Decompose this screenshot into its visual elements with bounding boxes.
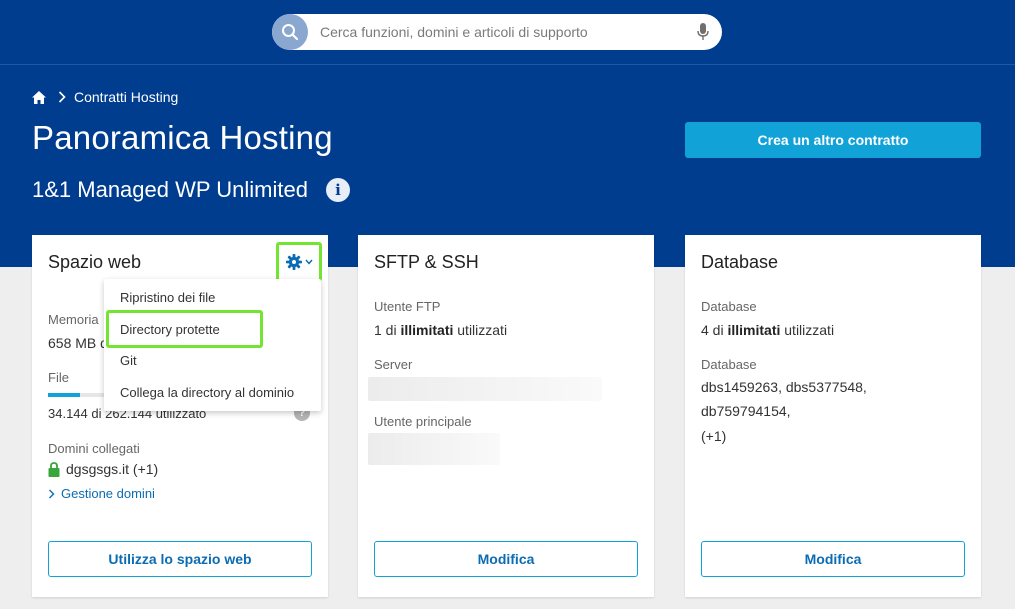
- manage-domains-link[interactable]: Gestione domini: [48, 486, 155, 501]
- page-title: Panoramica Hosting: [32, 119, 333, 156]
- domain-name[interactable]: dgsgsgs.it (+1): [66, 461, 158, 477]
- database-list-line: dbs1459263, dbs5377548,: [701, 379, 867, 395]
- contract-subtitle: 1&1 Managed WP Unlimited i: [32, 177, 350, 203]
- linked-domain: dgsgsgs.it (+1): [48, 461, 158, 477]
- db-count: 4 di: [701, 322, 724, 338]
- database-list-line: db759794154,: [701, 403, 791, 419]
- db-used-text: utilizzati: [784, 322, 835, 338]
- database-label: Database: [701, 299, 757, 314]
- chevron-right-icon: [49, 489, 55, 498]
- database-card: Database Database 4 di illimitati utiliz…: [685, 235, 981, 597]
- database-list-label: Database: [701, 357, 757, 372]
- settings-dropdown-toggle[interactable]: [276, 242, 322, 282]
- linked-domains-label: Domini collegati: [48, 441, 140, 456]
- menu-item-link-directory[interactable]: Collega la directory al dominio: [120, 385, 294, 400]
- webspace-settings-menu: Ripristino dei file Directory protette G…: [104, 279, 321, 411]
- search-bar: [272, 14, 722, 50]
- manage-domains-label: Gestione domini: [61, 486, 155, 501]
- files-progress-fill: [48, 393, 81, 397]
- create-contract-button[interactable]: Crea un altro contratto: [685, 122, 981, 158]
- ftp-used-text: utilizzati: [457, 322, 508, 338]
- chevron-right-icon: [58, 91, 66, 103]
- chevron-down-icon: [304, 259, 313, 265]
- ftp-count: 1 di: [374, 322, 397, 338]
- db-limit: illimitati: [727, 322, 781, 338]
- database-count: 4 di illimitati utilizzati: [701, 322, 834, 338]
- lock-icon: [48, 461, 60, 477]
- card-title: Spazio web: [48, 252, 142, 272]
- memory-value: 658 MB d: [48, 335, 108, 351]
- card-title: Database: [701, 252, 779, 272]
- gear-icon: [285, 254, 302, 270]
- ftp-user-label: Utente FTP: [374, 299, 441, 314]
- main-user-value-redacted: [368, 433, 500, 465]
- use-webspace-button[interactable]: Utilizza lo spazio web: [48, 541, 312, 577]
- contract-name: 1&1 Managed WP Unlimited: [32, 177, 308, 202]
- edit-sftp-button[interactable]: Modifica: [374, 541, 638, 577]
- memory-label: Memoria: [48, 312, 99, 327]
- microphone-icon: [697, 23, 709, 40]
- server-value-redacted: [368, 377, 602, 401]
- ftp-limit: illimitati: [400, 322, 454, 338]
- breadcrumb-item-hosting[interactable]: Contratti Hosting: [74, 89, 178, 105]
- search-button[interactable]: [272, 14, 308, 50]
- ftp-user-value: 1 di illimitati utilizzati: [374, 322, 507, 338]
- top-bar: [0, 0, 1015, 64]
- search-icon: [282, 24, 299, 41]
- main-user-label: Utente principale: [374, 414, 472, 429]
- home-icon[interactable]: [32, 90, 46, 104]
- card-title: SFTP & SSH: [374, 252, 479, 272]
- microphone-button[interactable]: [696, 23, 710, 41]
- menu-item-file-restore[interactable]: Ripristino dei file: [120, 290, 215, 305]
- server-label: Server: [374, 357, 413, 372]
- sftp-ssh-card: SFTP & SSH Utente FTP 1 di illimitati ut…: [358, 235, 654, 597]
- files-label: File: [48, 370, 69, 385]
- menu-item-protected-directories[interactable]: Directory protette: [120, 322, 220, 337]
- breadcrumb: Contratti Hosting: [32, 89, 178, 105]
- database-list-more: (+1): [701, 428, 727, 444]
- search-input[interactable]: [320, 14, 680, 50]
- edit-database-button[interactable]: Modifica: [701, 541, 965, 577]
- info-icon[interactable]: i: [325, 178, 350, 202]
- menu-item-git[interactable]: Git: [120, 353, 137, 368]
